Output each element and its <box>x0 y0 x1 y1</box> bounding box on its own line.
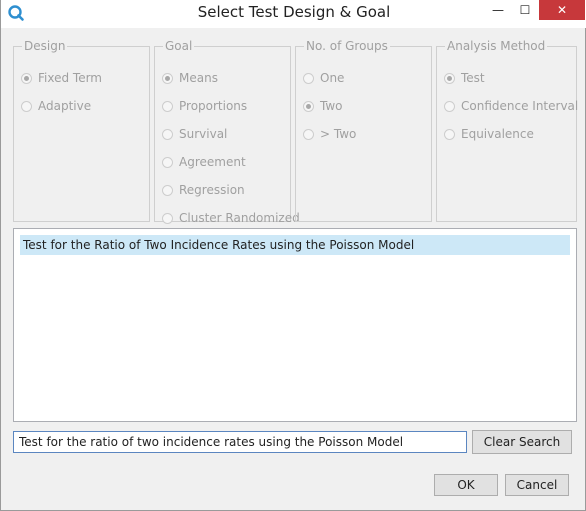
radio-icon <box>303 128 314 140</box>
cancel-button[interactable]: Cancel <box>505 474 569 496</box>
analysis-method-legend: Analysis Method <box>447 39 546 53</box>
goal-option-proportions[interactable]: Proportions <box>162 99 247 113</box>
goal-option-means[interactable]: Means <box>162 71 218 85</box>
method-option-confidence-interval[interactable]: Confidence Interval <box>444 99 578 113</box>
minimize-button[interactable]: — <box>486 0 510 20</box>
radio-icon <box>162 212 173 224</box>
option-label: Adaptive <box>38 99 92 113</box>
goal-option-survival[interactable]: Survival <box>162 127 227 141</box>
goal-legend: Goal <box>165 39 193 53</box>
groups-option-one[interactable]: One <box>303 71 344 85</box>
option-label: Test <box>461 71 485 85</box>
groups-count-legend: No. of Groups <box>306 39 388 53</box>
option-label: Proportions <box>179 99 248 113</box>
design-option-fixed-term[interactable]: Fixed Term <box>21 71 102 85</box>
title-bar: Select Test Design & Goal — ☐ ✕ <box>1 0 586 28</box>
clear-search-button[interactable]: Clear Search <box>472 430 572 454</box>
radio-icon <box>303 100 314 112</box>
goal-group: Goal Means Proportions Survival Agreemen… <box>154 39 300 225</box>
option-label: Two <box>320 99 343 113</box>
radio-icon <box>444 72 455 84</box>
radio-icon <box>21 100 32 112</box>
radio-icon <box>162 72 173 84</box>
results-list[interactable]: Test for the Ratio of Two Incidence Rate… <box>13 228 577 422</box>
radio-icon <box>303 72 314 84</box>
option-label: Fixed Term <box>38 71 102 85</box>
close-button[interactable]: ✕ <box>539 0 585 20</box>
radio-icon <box>444 128 455 140</box>
method-option-equivalence[interactable]: Equivalence <box>444 127 534 141</box>
search-input[interactable] <box>13 431 467 453</box>
analysis-method-group: Analysis Method Test Confidence Interval… <box>436 39 578 222</box>
goal-option-agreement[interactable]: Agreement <box>162 155 246 169</box>
option-label: Agreement <box>179 155 246 169</box>
design-group: Design Fixed Term Adaptive <box>13 39 150 222</box>
maximize-button[interactable]: ☐ <box>513 0 537 20</box>
option-label: Regression <box>179 183 245 197</box>
option-label: Confidence Interval <box>461 99 579 113</box>
method-option-test[interactable]: Test <box>444 71 485 85</box>
groups-count-group: No. of Groups One Two > Two <box>295 39 432 222</box>
radio-icon <box>162 156 173 168</box>
option-label: Cluster Randomized <box>179 211 300 225</box>
list-item[interactable]: Test for the Ratio of Two Incidence Rate… <box>20 235 570 255</box>
option-label: > Two <box>320 127 357 141</box>
ok-button[interactable]: OK <box>434 474 498 496</box>
radio-icon <box>21 72 32 84</box>
radio-icon <box>162 128 173 140</box>
goal-option-cluster-randomized[interactable]: Cluster Randomized <box>162 211 300 225</box>
dialog-window: Select Test Design & Goal — ☐ ✕ Design F… <box>0 0 586 511</box>
radio-icon <box>444 100 455 112</box>
radio-icon <box>162 184 173 196</box>
groups-option-two[interactable]: Two <box>303 99 343 113</box>
option-label: Equivalence <box>461 127 534 141</box>
option-label: Means <box>179 71 218 85</box>
goal-option-regression[interactable]: Regression <box>162 183 245 197</box>
option-label: One <box>320 71 345 85</box>
design-legend: Design <box>24 39 66 53</box>
option-label: Survival <box>179 127 228 141</box>
design-option-adaptive[interactable]: Adaptive <box>21 99 91 113</box>
radio-icon <box>162 100 173 112</box>
groups-option-more-than-two[interactable]: > Two <box>303 127 356 141</box>
